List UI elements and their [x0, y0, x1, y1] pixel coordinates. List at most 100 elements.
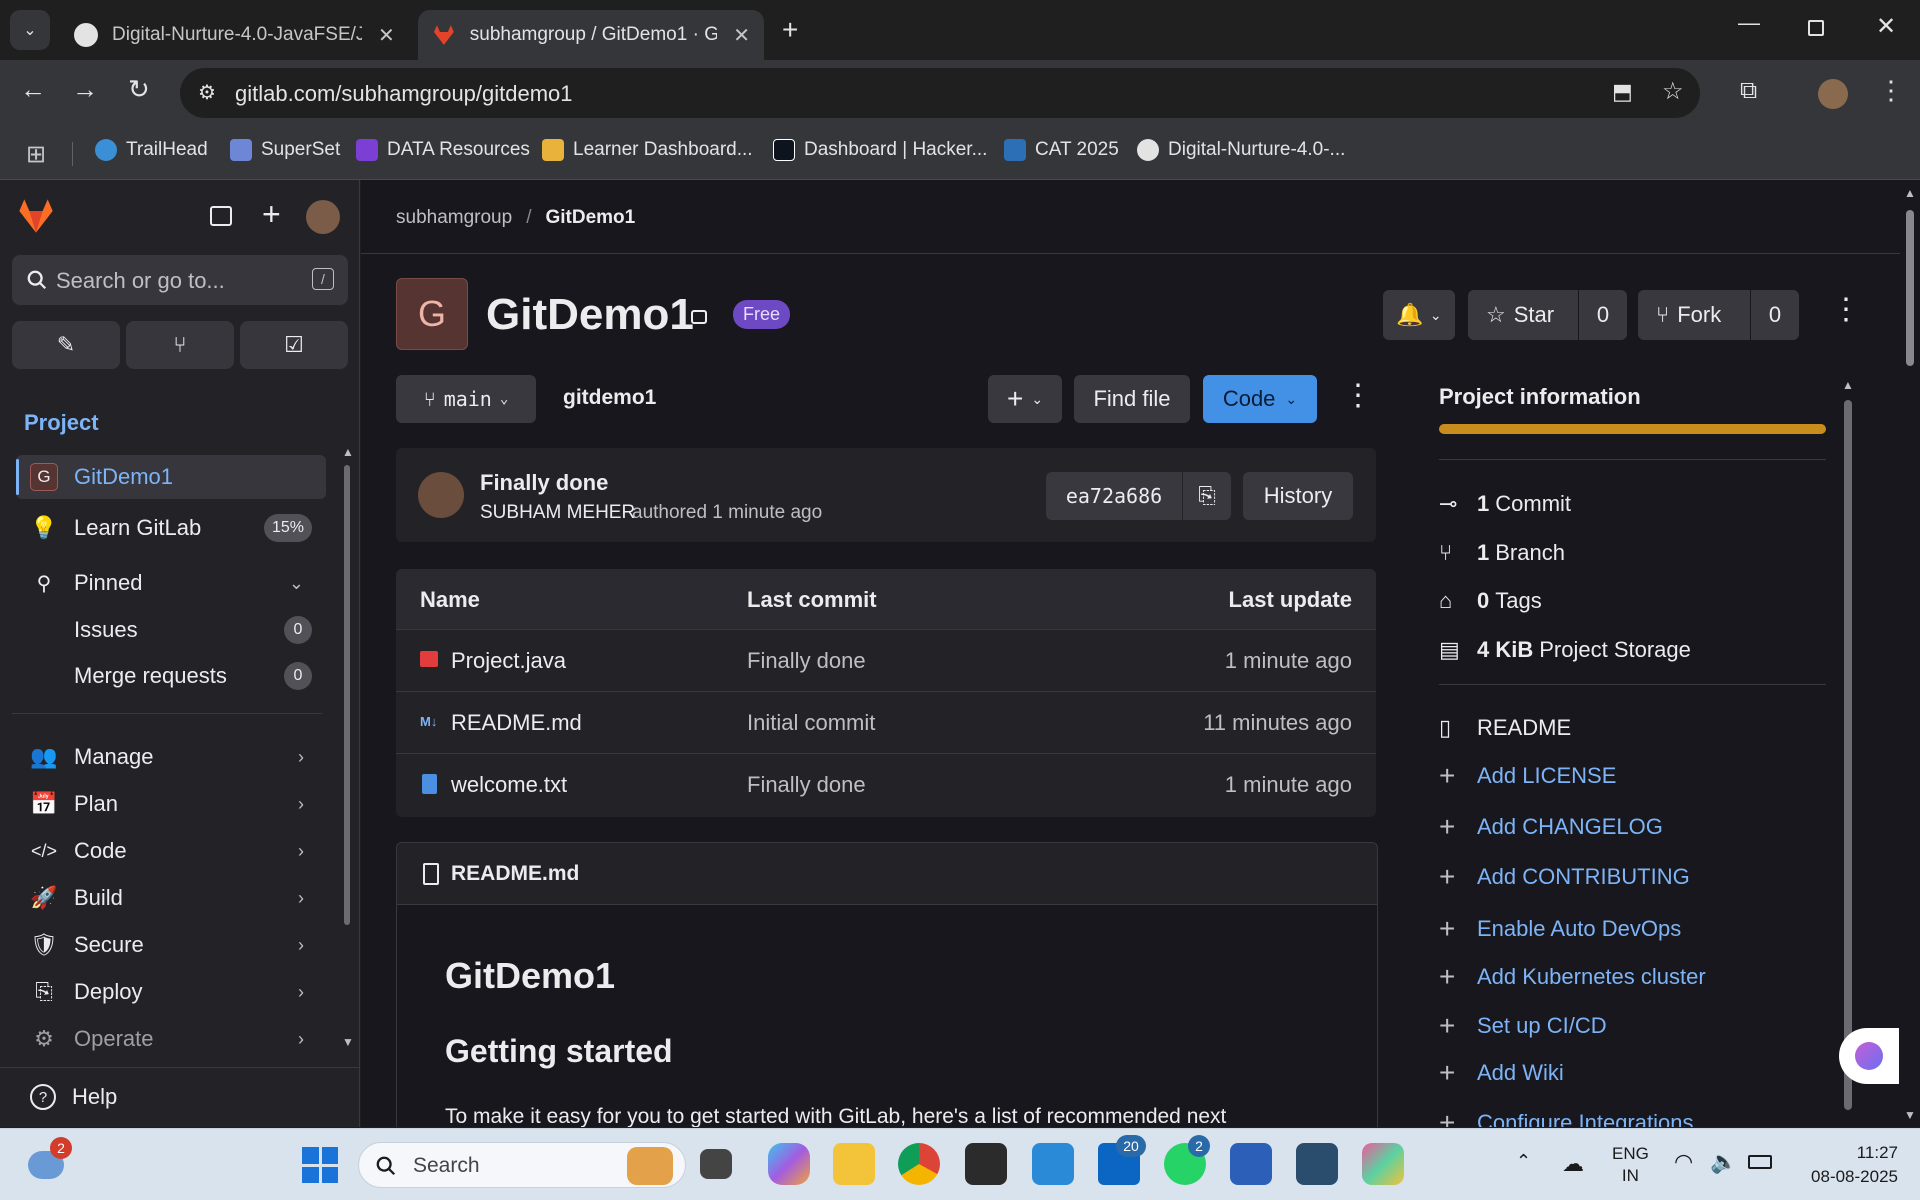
restore-button[interactable] — [1808, 20, 1824, 36]
bookmark-hackerrank[interactable]: Dashboard | Hacker... — [773, 139, 987, 161]
bookmark-data-resources[interactable]: DATA Resources — [356, 139, 530, 161]
bookmark-superset[interactable]: SuperSet — [230, 139, 340, 161]
set-up-ci-cd-link[interactable]: + Set up CI/CD — [1439, 1012, 1607, 1040]
file-name[interactable]: README.md — [451, 710, 582, 736]
forward-button[interactable]: → — [72, 74, 98, 105]
duo-chat-button[interactable] — [1839, 1028, 1899, 1084]
merge-requests-shortcut-button[interactable]: ⑂ — [126, 321, 234, 369]
terminal-icon[interactable] — [965, 1143, 1007, 1185]
scroll-down-arrow[interactable]: ▼ — [1904, 1108, 1916, 1122]
onedrive-icon[interactable]: ☁ — [1562, 1151, 1584, 1177]
chevron-up-icon[interactable]: ⌃ — [1516, 1151, 1531, 1172]
taskbar-search[interactable]: Search — [358, 1142, 686, 1188]
browser-tab[interactable]: Digital-Nurture-4.0-JavaFSE/Jav ✕ — [60, 10, 410, 60]
readme-filename[interactable]: README.md — [451, 862, 579, 886]
repo-path[interactable]: gitdemo1 — [563, 386, 656, 410]
add-license-link[interactable]: + Add LICENSE — [1439, 762, 1616, 790]
file-commit[interactable]: Finally done — [747, 648, 866, 674]
notifications-button[interactable]: 🔔 ⌄ — [1383, 290, 1455, 340]
sidebar-item-operate[interactable]: ⚙ Operate › — [16, 1017, 326, 1061]
wifi-icon[interactable]: ◠ — [1674, 1149, 1693, 1175]
battery-icon[interactable] — [1748, 1155, 1772, 1169]
bookmark-star-icon[interactable]: ☆ — [1662, 77, 1684, 106]
breadcrumb-project-link[interactable]: GitDemo1 — [545, 207, 635, 229]
scroll-down-arrow[interactable]: ▼ — [342, 1035, 354, 1049]
copilot-icon[interactable] — [768, 1143, 810, 1185]
branch-selector[interactable]: ⑂ main ⌄ — [396, 375, 536, 423]
user-avatar[interactable] — [306, 200, 340, 234]
commit-sha[interactable]: ea72a686 — [1046, 472, 1182, 520]
enable-auto-devops-link[interactable]: + Enable Auto DevOps — [1439, 915, 1681, 943]
word-icon[interactable] — [1230, 1143, 1272, 1185]
sidebar-item-build[interactable]: 🚀 Build › — [16, 876, 326, 920]
file-commit[interactable]: Initial commit — [747, 710, 875, 736]
copy-sha-button[interactable]: ⎘ — [1183, 472, 1231, 520]
close-icon[interactable]: ✕ — [733, 23, 750, 48]
weather-widget[interactable]: 2 — [28, 1137, 72, 1185]
commits-stat[interactable]: ⊸ 1 Commit — [1439, 491, 1571, 517]
star-count[interactable]: 0 — [1579, 290, 1627, 340]
start-button[interactable] — [302, 1147, 338, 1183]
collapse-sidebar-icon[interactable] — [210, 206, 232, 226]
code-dropdown-button[interactable]: Code ⌄ — [1203, 375, 1317, 423]
configure-integrations-link[interactable]: + Configure Integrations — [1439, 1109, 1693, 1128]
app-icon[interactable] — [1362, 1143, 1404, 1185]
sidebar-item-merge-requests[interactable]: Merge requests 0 — [16, 654, 326, 698]
chrome-icon[interactable] — [898, 1143, 940, 1185]
task-view-icon[interactable] — [700, 1149, 732, 1179]
info-panel-scrollbar[interactable]: ▲ — [1841, 378, 1855, 1127]
search-input[interactable]: Search or go to... / — [12, 255, 348, 305]
profile-avatar[interactable] — [1818, 79, 1848, 109]
sidebar-help[interactable]: ? Help — [16, 1075, 326, 1119]
scroll-up-arrow[interactable]: ▲ — [342, 445, 354, 459]
sidebar-item-manage[interactable]: 👥 Manage › — [16, 735, 326, 779]
commit-title[interactable]: Finally done — [480, 470, 608, 496]
fork-count[interactable]: 0 — [1751, 290, 1799, 340]
table-row[interactable]: welcome.txt Finally done 1 minute ago — [396, 753, 1376, 815]
sidebar-item-deploy[interactable]: ⎘ Deploy › — [16, 970, 326, 1014]
storage-stat[interactable]: ▤ 4 KiB Project Storage — [1439, 637, 1691, 663]
more-actions-icon[interactable]: ⋮ — [1831, 292, 1861, 327]
volume-icon[interactable]: 🔈 — [1710, 1149, 1737, 1175]
issues-shortcut-button[interactable]: ✎ — [12, 321, 120, 369]
sidebar-item-learn-gitlab[interactable]: 💡 Learn GitLab 15% — [16, 506, 326, 550]
sidebar-item-pinned[interactable]: ⚲ Pinned ⌄ — [16, 561, 326, 605]
add-wiki-link[interactable]: + Add Wiki — [1439, 1059, 1564, 1087]
linkedin-icon[interactable]: 20 — [1098, 1135, 1146, 1185]
page-scrollbar[interactable]: ▲ ▼ — [1900, 180, 1920, 1127]
bookmark-cat-2025[interactable]: CAT 2025 — [1004, 139, 1119, 161]
clock[interactable]: 11:27 08-08-2025 — [1796, 1141, 1898, 1189]
minimize-button[interactable]: — — [1738, 10, 1760, 36]
tags-stat[interactable]: ⌂ 0 Tags — [1439, 588, 1542, 614]
star-button[interactable]: ☆ Star — [1468, 290, 1578, 340]
commit-author[interactable]: SUBHAM MEHER — [480, 502, 635, 524]
add-changelog-link[interactable]: + Add CHANGELOG — [1439, 813, 1663, 841]
browser-tab-active[interactable]: subhamgroup / GitDemo1 · GitL ✕ — [418, 10, 764, 60]
author-avatar[interactable] — [418, 472, 464, 518]
add-dropdown-button[interactable]: + ⌄ — [988, 375, 1062, 423]
file-name[interactable]: welcome.txt — [451, 772, 567, 798]
vscode-icon[interactable] — [1032, 1143, 1074, 1185]
site-settings-icon[interactable]: ⚙ — [198, 80, 216, 105]
scroll-thumb[interactable] — [344, 465, 350, 925]
breadcrumb-group-link[interactable]: subhamgroup — [396, 207, 512, 229]
history-button[interactable]: History — [1243, 472, 1353, 520]
sidebar-item-secure[interactable]: 🛡 Secure › — [16, 923, 326, 967]
extensions-icon[interactable]: ⧉ — [1740, 77, 1757, 105]
add-contributing-link[interactable]: + Add CONTRIBUTING — [1439, 863, 1690, 891]
branches-stat[interactable]: ⑂ 1 Branch — [1439, 540, 1565, 566]
sidebar-item-project[interactable]: G GitDemo1 — [16, 455, 326, 499]
language-indicator[interactable]: ENG IN — [1612, 1143, 1649, 1187]
bookmark-learner-dashboard[interactable]: Learner Dashboard... — [542, 139, 753, 161]
fork-button[interactable]: ⑂ Fork — [1638, 290, 1750, 340]
readme-link[interactable]: ▯ README — [1439, 715, 1571, 741]
bookmark-trailhead[interactable]: TrailHead — [95, 139, 208, 161]
sidebar-scrollbar[interactable]: ▲ ▼ — [342, 445, 354, 1049]
install-app-icon[interactable]: ⬒ — [1612, 79, 1633, 105]
address-bar[interactable]: ⚙ gitlab.com/subhamgroup/gitdemo1 ⬒ ☆ — [180, 68, 1700, 118]
scroll-thumb[interactable] — [1844, 400, 1852, 1110]
sidebar-item-plan[interactable]: 📅 Plan › — [16, 782, 326, 826]
find-file-button[interactable]: Find file — [1074, 375, 1190, 423]
gitlab-logo-icon[interactable] — [16, 196, 56, 236]
todos-shortcut-button[interactable]: ☑ — [240, 321, 348, 369]
